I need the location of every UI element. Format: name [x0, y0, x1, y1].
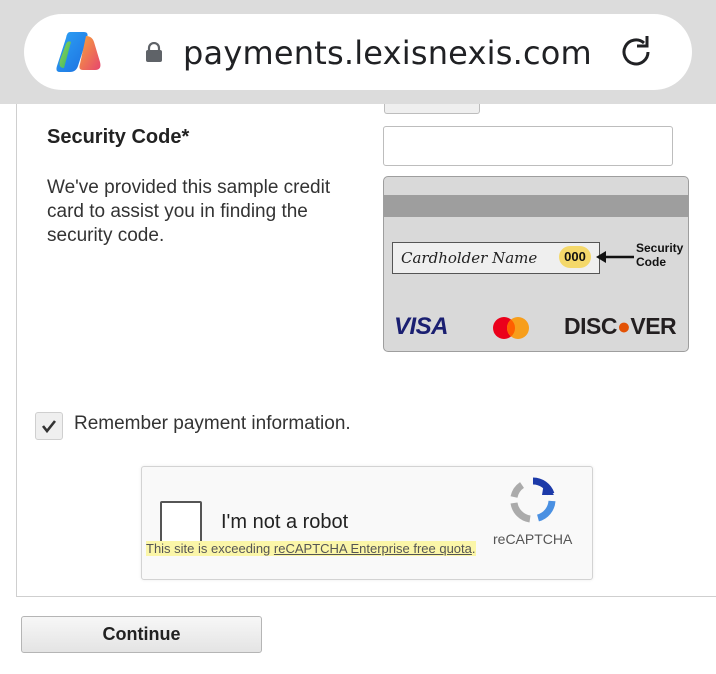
recaptcha-quota-link[interactable]: reCAPTCHA Enterprise free quota: [274, 541, 472, 556]
magnetic-stripe: [384, 195, 688, 217]
cardholder-name: Cardholder Name: [401, 249, 538, 267]
recaptcha-widget: I'm not a robot reCAPTCHA This site is e…: [141, 466, 593, 580]
signature-panel: Cardholder Name 000: [392, 242, 600, 274]
remember-label[interactable]: Remember payment information.: [74, 413, 351, 435]
arrow-left-icon: [596, 251, 634, 263]
reload-icon[interactable]: [617, 33, 655, 71]
copilot-icon[interactable]: [56, 30, 102, 74]
security-code-note: Security Code: [636, 241, 684, 269]
security-code-help: We've provided this sample credit card t…: [47, 177, 331, 246]
recaptcha-label[interactable]: I'm not a robot: [221, 511, 348, 534]
browser-toolbar: payments.lexisnexis.com: [0, 0, 716, 104]
mastercard-logo: [493, 317, 529, 339]
discover-logo: DISC●VER: [564, 313, 677, 339]
checkmark-icon: [41, 420, 57, 434]
security-code-input[interactable]: [383, 126, 673, 166]
lock-icon[interactable]: [145, 42, 163, 62]
continue-button[interactable]: Continue: [21, 616, 262, 653]
expiry-select-bottom[interactable]: [384, 104, 480, 114]
sample-credit-card: Cardholder Name 000 Security Code VISA D…: [383, 176, 689, 352]
recaptcha-quota-warning: This site is exceeding reCAPTCHA Enterpr…: [146, 541, 476, 556]
security-code-label: Security Code*: [47, 126, 190, 148]
recaptcha-checkbox[interactable]: [160, 501, 202, 543]
visa-logo: VISA: [394, 313, 449, 340]
recaptcha-brand: reCAPTCHA: [493, 531, 573, 547]
cvv-sample: 000: [559, 246, 591, 268]
url-text[interactable]: payments.lexisnexis.com: [183, 34, 592, 72]
recaptcha-icon: [510, 477, 556, 523]
discover-o-icon: ●: [616, 313, 631, 339]
remember-checkbox[interactable]: [35, 412, 63, 440]
